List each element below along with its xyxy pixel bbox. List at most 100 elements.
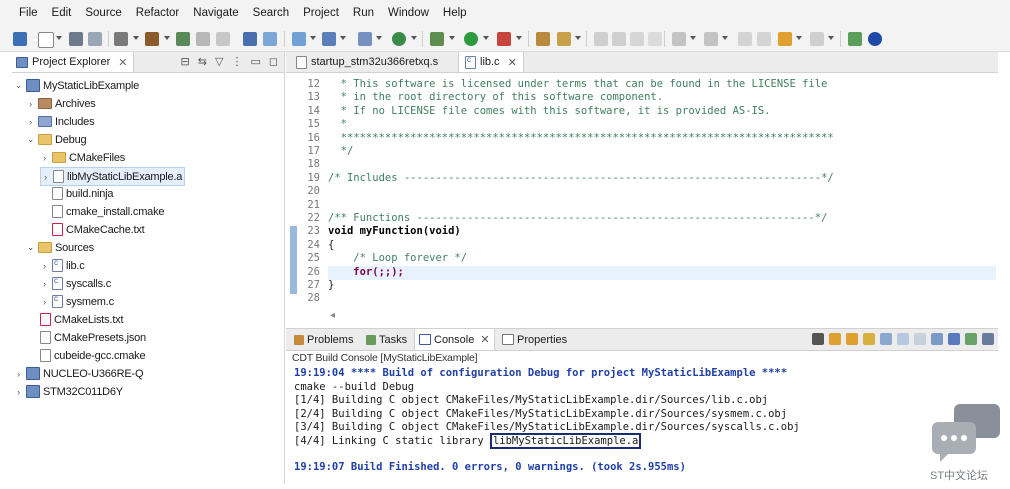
menu-window[interactable]: Window <box>381 7 436 19</box>
chevron-down-icon[interactable] <box>310 36 316 40</box>
back-icon[interactable] <box>778 32 792 46</box>
collapse-all-icon[interactable]: ⊟ <box>181 55 190 68</box>
debug-icon[interactable] <box>497 32 511 46</box>
chevron-down-icon[interactable]: ⌄ <box>14 80 23 91</box>
tree-item-build-ninja[interactable]: build.ninja <box>52 185 114 202</box>
close-icon[interactable]: ✕ <box>118 56 127 69</box>
annotation-icon[interactable] <box>594 32 608 46</box>
tree-item-cmakecache[interactable]: CMakeCache.txt <box>52 221 145 238</box>
tree-item-cmakelists[interactable]: CMakeLists.txt <box>40 311 124 328</box>
chevron-down-icon[interactable] <box>516 36 522 40</box>
run-icon[interactable] <box>464 32 478 46</box>
chevron-down-icon[interactable] <box>56 36 62 40</box>
pilcrow-icon[interactable] <box>648 32 662 46</box>
open-console-icon[interactable] <box>982 333 994 345</box>
menu-navigate[interactable]: Navigate <box>186 7 245 19</box>
chevron-down-icon[interactable] <box>483 36 489 40</box>
last-edit-icon[interactable] <box>738 32 752 46</box>
minimize-icon[interactable]: ▭ <box>250 55 260 68</box>
tab-console[interactable]: Console ✕ <box>414 329 495 350</box>
chevron-right-icon[interactable]: › <box>40 261 49 271</box>
open-perspective-icon[interactable] <box>536 32 550 46</box>
info-icon[interactable] <box>868 32 882 46</box>
chevron-right-icon[interactable]: › <box>26 99 35 109</box>
display-console-icon[interactable] <box>948 333 960 345</box>
search-icon[interactable] <box>322 32 336 46</box>
forward-icon[interactable] <box>810 32 824 46</box>
tab-tasks[interactable]: Tasks <box>362 329 411 350</box>
chevron-down-icon[interactable] <box>690 36 696 40</box>
chevron-down-icon[interactable] <box>449 36 455 40</box>
chevron-right-icon[interactable]: › <box>40 297 49 307</box>
chevron-right-icon[interactable]: › <box>40 153 49 163</box>
tab-properties[interactable]: Properties <box>498 329 571 350</box>
menu-edit[interactable]: Edit <box>45 7 79 19</box>
toggle-icon[interactable] <box>263 32 277 46</box>
pen-icon[interactable] <box>557 32 571 46</box>
chevron-down-icon[interactable]: ⌄ <box>26 134 35 145</box>
clear-console-icon[interactable] <box>897 333 909 345</box>
menu-project[interactable]: Project <box>296 7 346 19</box>
menu-search[interactable]: Search <box>246 7 296 19</box>
tree-item-cmakepresets[interactable]: CMakePresets.json <box>40 329 146 346</box>
tab-project-explorer[interactable]: Project Explorer ✕ <box>12 52 135 72</box>
tab-lib-c[interactable]: lib.c ✕ <box>458 52 524 72</box>
chevron-down-icon[interactable] <box>164 36 170 40</box>
chevron-down-icon[interactable] <box>376 36 382 40</box>
chevron-right-icon[interactable]: › <box>40 279 49 289</box>
tab-startup-file[interactable]: startup_stm32u366retxq.s <box>290 52 444 72</box>
chevron-right-icon[interactable]: › <box>26 117 35 127</box>
copy-icon[interactable] <box>880 333 892 345</box>
chevron-down-icon[interactable] <box>828 36 834 40</box>
tree-item-debug[interactable]: ⌄ Debug <box>26 131 87 148</box>
target-icon[interactable] <box>243 32 257 46</box>
chevron-right-icon[interactable]: › <box>41 172 50 182</box>
prev-annotation-icon[interactable] <box>704 32 718 46</box>
next-annotation-icon[interactable] <box>672 32 686 46</box>
tree-item-includes[interactable]: › Includes <box>26 113 94 130</box>
tree-item-nucleo[interactable]: › NUCLEO-U366RE-Q <box>14 365 144 382</box>
link-icon[interactable] <box>196 32 210 46</box>
perspective-icon[interactable] <box>848 32 862 46</box>
hammer-icon[interactable] <box>145 32 159 46</box>
chevron-down-icon[interactable] <box>722 36 728 40</box>
scroll-left-icon[interactable]: ◂ <box>330 310 335 321</box>
tree-item-syscalls-c[interactable]: › syscalls.c <box>40 275 111 292</box>
tree-item-lib-c[interactable]: › lib.c <box>40 257 85 274</box>
block-icon[interactable] <box>630 32 644 46</box>
menu-help[interactable]: Help <box>436 7 474 19</box>
tree-item-stm32c011[interactable]: › STM32C011D6Y <box>14 383 123 400</box>
tree-item-sources[interactable]: ⌄ Sources <box>26 239 94 256</box>
menu-run[interactable]: Run <box>346 7 381 19</box>
link-editor-icon[interactable]: ⇆ <box>198 55 207 68</box>
menu-file[interactable]: File <box>12 7 45 19</box>
view-menu-icon[interactable]: ⋮ <box>231 55 242 68</box>
chevron-down-icon[interactable] <box>575 36 581 40</box>
chevron-down-icon[interactable] <box>411 36 417 40</box>
tree-item-cmakefiles[interactable]: › CMakeFiles <box>40 149 125 166</box>
maximize-icon[interactable]: ◻ <box>269 55 278 68</box>
tree-item-sysmem-c[interactable]: › sysmem.c <box>40 293 114 310</box>
device-config-icon[interactable] <box>430 32 444 46</box>
open-type-icon[interactable] <box>292 32 306 46</box>
new-icon[interactable] <box>13 32 27 46</box>
word-wrap-icon[interactable] <box>914 333 926 345</box>
save-icon[interactable] <box>69 32 83 46</box>
mark-icon[interactable] <box>612 32 626 46</box>
menu-refactor[interactable]: Refactor <box>129 7 186 19</box>
unlink-icon[interactable] <box>216 32 230 46</box>
refresh-icon[interactable] <box>392 32 406 46</box>
tab-problems[interactable]: Problems <box>290 329 357 350</box>
pin-console-icon[interactable] <box>931 333 943 345</box>
prev-error-icon[interactable] <box>846 333 858 345</box>
tree-item-project[interactable]: ⌄ MyStaticLibExample <box>14 77 139 94</box>
next-error-icon[interactable] <box>829 333 841 345</box>
menu-source[interactable]: Source <box>78 7 128 19</box>
filter-icon[interactable]: ▽ <box>215 55 223 68</box>
terminate-icon[interactable] <box>812 333 824 345</box>
chevron-down-icon[interactable] <box>340 36 346 40</box>
close-icon[interactable]: ✕ <box>508 56 517 69</box>
save-all-icon[interactable] <box>88 32 102 46</box>
chevron-down-icon[interactable]: ⌄ <box>26 242 35 253</box>
clean-icon[interactable] <box>176 32 190 46</box>
